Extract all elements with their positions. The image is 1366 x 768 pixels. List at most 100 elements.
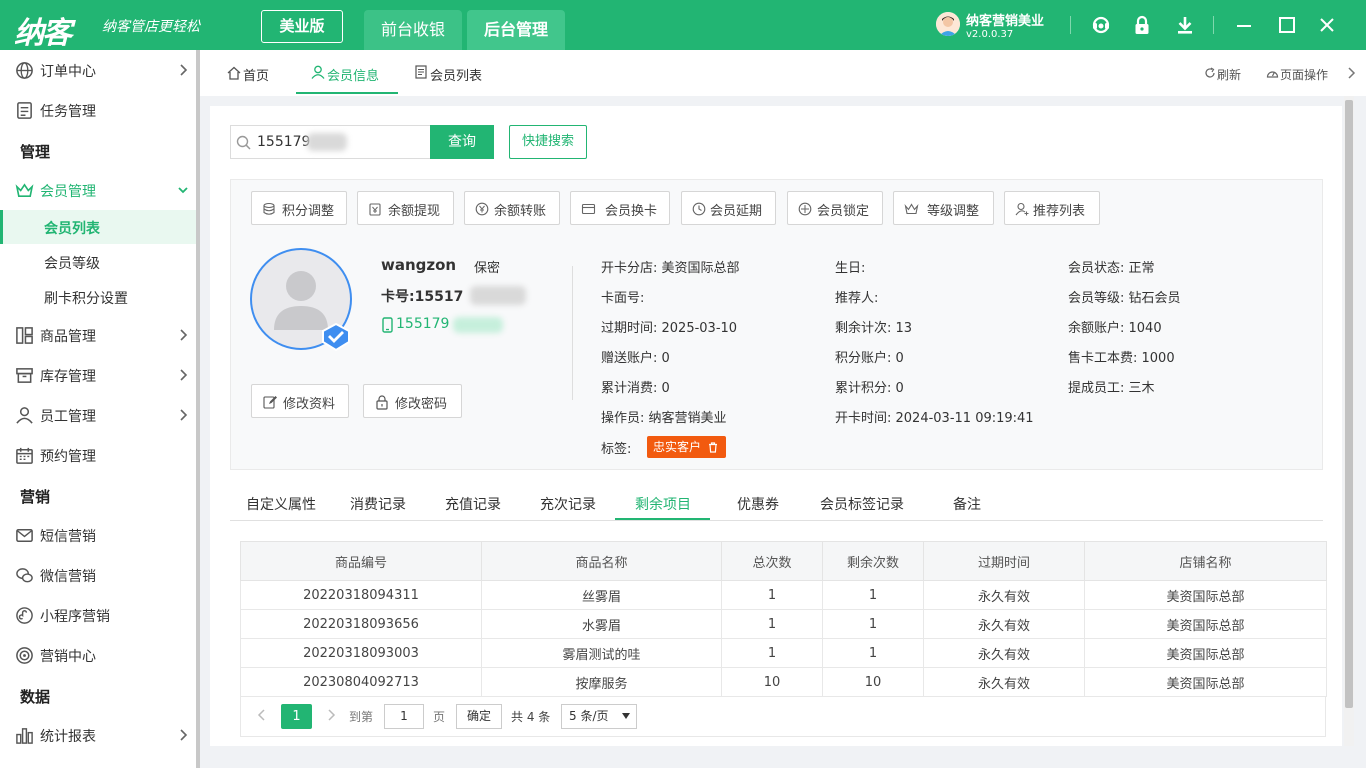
sidebar-item-label: 预约管理 — [40, 449, 96, 465]
target-icon — [16, 647, 33, 664]
task-icon — [17, 102, 32, 119]
edition-button[interactable]: 美业版 — [261, 10, 343, 43]
sidebar-subitem-card-points[interactable]: 刷卡积分设置 — [0, 280, 196, 314]
chevron-right-icon[interactable] — [1346, 67, 1356, 79]
page-unit-label: 页 — [433, 710, 446, 724]
wechat-icon — [16, 568, 33, 583]
sidebar-item-task[interactable]: 任务管理 — [0, 90, 196, 130]
prev-page-icon[interactable] — [257, 709, 267, 721]
query-button[interactable]: 查询 — [430, 125, 494, 159]
quick-search-button[interactable]: 快捷搜索 — [509, 125, 587, 159]
next-page-icon[interactable] — [326, 709, 336, 721]
column-header: 商品编号 — [240, 541, 482, 581]
change-password-button[interactable]: 修改密码 — [363, 384, 462, 418]
field-points-account: 积分账户: 0 — [835, 351, 904, 366]
table-row[interactable]: 20220318093003 雾眉测试的哇 1 1 永久有效 美资国际总部 — [240, 638, 1327, 668]
goto-label: 到第 — [349, 710, 374, 724]
sidebar-item-goods[interactable]: 商品管理 — [0, 315, 196, 355]
sidebar-subitem-member-level[interactable]: 会员等级 — [0, 245, 196, 279]
member-extend-button[interactable]: 会员延期 — [681, 191, 776, 225]
balance-transfer-button[interactable]: 余额转账 — [464, 191, 560, 225]
caret-down-icon — [622, 713, 630, 719]
sidebar-item-staff[interactable]: 员工管理 — [0, 395, 196, 435]
sidebar-item-marketing-center[interactable]: 营销中心 — [0, 635, 196, 675]
sidebar-item-wechat[interactable]: 微信营销 — [0, 555, 196, 595]
customer-service-icon[interactable] — [1091, 15, 1111, 35]
download-icon[interactable] — [1175, 15, 1195, 35]
table-row[interactable]: 20230804092713 按摩服务 10 10 永久有效 美资国际总部 — [240, 667, 1327, 697]
member-change-card-button[interactable]: 会员换卡 — [570, 191, 670, 225]
search-icon — [236, 135, 251, 150]
goods-icon — [16, 327, 33, 344]
table-header-row: 商品编号 商品名称 总次数 剩余次数 过期时间 店铺名称 — [240, 541, 1327, 581]
sidebar-scrollbar[interactable] — [196, 50, 200, 768]
sidebar-item-member-manage[interactable]: 会员管理 — [0, 170, 196, 210]
tab-times-recharge-records[interactable]: 充次记录 — [540, 494, 596, 514]
referral-list-button[interactable]: 推荐列表 — [1004, 191, 1100, 225]
cell-name: 雾眉测试的哇 — [481, 638, 722, 668]
sidebar-item-stock[interactable]: 库存管理 — [0, 355, 196, 395]
sidebar-item-label: 订单中心 — [40, 64, 96, 80]
minimize-icon[interactable] — [1234, 15, 1254, 35]
sidebar-group-manage: 管理 — [20, 143, 51, 161]
field-branch: 开卡分店: 美资国际总部 — [601, 261, 740, 276]
verified-badge-icon — [322, 322, 350, 352]
action-label: 会员延期 — [710, 204, 763, 219]
lock-icon[interactable] — [1132, 15, 1152, 35]
tab-remaining-items[interactable]: 剩余项目 — [635, 494, 691, 514]
change-password-label: 修改密码 — [395, 397, 448, 412]
close-icon[interactable] — [1317, 15, 1337, 35]
points-adjust-button[interactable]: 积分调整 — [251, 191, 347, 225]
table-row[interactable]: 20220318093656 水雾眉 1 1 永久有效 美资国际总部 — [240, 609, 1327, 639]
sidebar-item-appointment[interactable]: 预约管理 — [0, 435, 196, 475]
cell-store: 美资国际总部 — [1084, 638, 1327, 668]
column-header: 总次数 — [721, 541, 823, 581]
cell-expire: 永久有效 — [923, 638, 1085, 668]
list-icon — [415, 65, 427, 79]
crown-icon — [904, 203, 919, 215]
delete-icon[interactable] — [707, 441, 719, 453]
content-scrollbar-thumb[interactable] — [1345, 100, 1353, 708]
edit-icon — [263, 396, 277, 409]
goto-confirm-button[interactable]: 确定 — [456, 704, 502, 729]
cell-expire: 永久有效 — [923, 667, 1085, 697]
sidebar-item-order-center[interactable]: 订单中心 — [0, 50, 196, 90]
action-label: 会员换卡 — [605, 204, 658, 219]
sidebar-item-label: 任务管理 — [40, 104, 96, 120]
user-name[interactable]: 纳客营销美业 — [966, 10, 1044, 29]
tab-coupons[interactable]: 优惠券 — [737, 494, 779, 514]
cell-code: 20220318093656 — [240, 609, 482, 639]
tab-consumption-records[interactable]: 消费记录 — [350, 494, 406, 514]
goto-page-input[interactable]: 1 — [384, 704, 424, 729]
member-tag[interactable]: 忠实客户 — [647, 436, 726, 458]
sidebar-item-statistics[interactable]: 统计报表 — [0, 715, 196, 755]
globe-icon — [16, 62, 33, 79]
padlock-icon — [376, 395, 388, 410]
field-member-status: 会员状态: 正常 — [1068, 261, 1155, 276]
edit-profile-button[interactable]: 修改资料 — [251, 384, 349, 418]
page-size-select[interactable]: 5 条/页 — [561, 704, 637, 729]
tab-notes[interactable]: 备注 — [953, 494, 981, 514]
refresh-label: 刷新 — [1217, 68, 1242, 82]
sidebar-subitem-member-list[interactable]: 会员列表 — [0, 210, 196, 244]
tab-tag-records[interactable]: 会员标签记录 — [820, 494, 904, 514]
sidebar-item-miniapp[interactable]: 小程序营销 — [0, 595, 196, 635]
card-number-label: 卡号: — [381, 289, 415, 305]
balance-withdraw-button[interactable]: 余额提现 — [357, 191, 454, 225]
member-lock-button[interactable]: 会员锁定 — [787, 191, 883, 225]
page-number-current[interactable]: 1 — [281, 704, 312, 729]
table-row[interactable]: 20220318094311 丝雾眉 1 1 永久有效 美资国际总部 — [240, 580, 1327, 610]
sidebar-subitem-label: 会员等级 — [44, 256, 100, 272]
member-search-input[interactable]: 155179 — [230, 125, 430, 159]
tab-custom-attributes[interactable]: 自定义属性 — [246, 494, 316, 514]
cell-code: 20220318093003 — [240, 638, 482, 668]
user-avatar[interactable] — [936, 12, 960, 36]
maximize-icon[interactable] — [1277, 15, 1297, 35]
redacted-blur — [453, 317, 503, 333]
nav-tab-front-cashier[interactable]: 前台收银 — [364, 10, 462, 50]
column-header: 商品名称 — [481, 541, 722, 581]
sidebar-item-sms[interactable]: 短信营销 — [0, 515, 196, 555]
nav-tab-backend[interactable]: 后台管理 — [467, 10, 565, 50]
tab-recharge-records[interactable]: 充值记录 — [445, 494, 501, 514]
level-adjust-button[interactable]: 等级调整 — [893, 191, 994, 225]
